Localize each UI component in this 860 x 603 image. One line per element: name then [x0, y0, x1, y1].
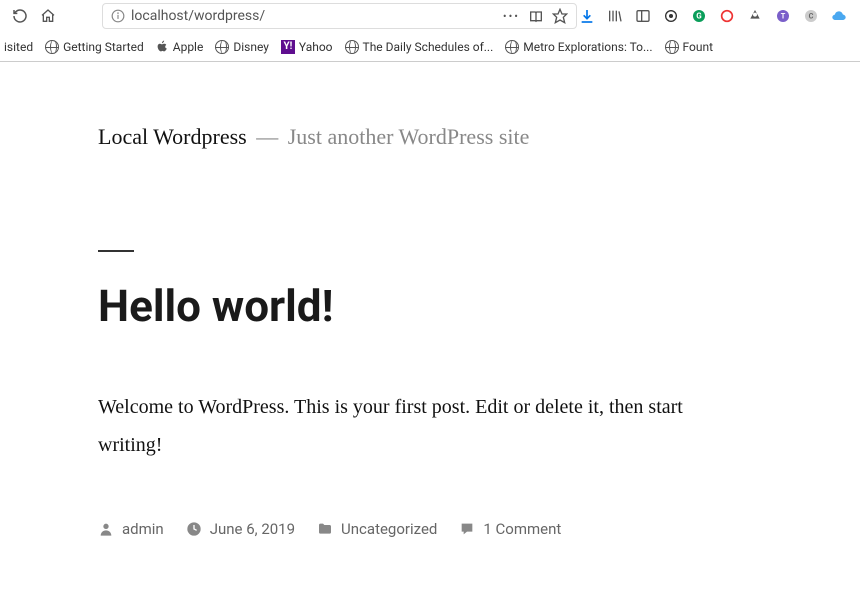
bookmark-item[interactable]: Metro Explorations: To...: [505, 40, 652, 54]
extension-icon-3[interactable]: [718, 7, 736, 25]
svg-text:T: T: [781, 12, 786, 21]
post-comments[interactable]: 1 Comment: [459, 520, 561, 538]
globe-icon: [665, 40, 679, 54]
extension-icon-7[interactable]: [830, 7, 848, 25]
globe-icon: [45, 40, 59, 54]
clock-icon: [186, 521, 202, 537]
info-icon: [111, 9, 125, 23]
post-date[interactable]: June 6, 2019: [186, 520, 295, 538]
home-button[interactable]: [34, 2, 62, 30]
bookmark-item[interactable]: Getting Started: [45, 40, 144, 54]
site-header: Local Wordpress — Just another WordPress…: [98, 124, 780, 150]
post-title[interactable]: Hello world!: [98, 280, 780, 332]
comments-text: 1 Comment: [483, 520, 561, 538]
bookmark-item[interactable]: Y! Yahoo: [281, 40, 333, 54]
bookmark-label: Getting Started: [63, 40, 144, 54]
reload-button[interactable]: [6, 2, 34, 30]
bookmarks-bar: isited Getting Started Apple Disney Y! Y…: [0, 32, 860, 62]
toolbar-right-icons: G T C: [578, 7, 854, 25]
sidebar-icon[interactable]: [634, 7, 652, 25]
url-actions: •••: [503, 8, 568, 24]
folder-icon: [317, 521, 333, 537]
page-content: Local Wordpress — Just another WordPress…: [0, 62, 780, 538]
download-icon[interactable]: [578, 7, 596, 25]
post-body: Welcome to WordPress. This is your first…: [98, 388, 738, 464]
post-divider: [98, 250, 134, 252]
apple-icon: [156, 40, 169, 53]
bookmark-item[interactable]: isited: [4, 40, 33, 54]
person-icon: [98, 521, 114, 537]
svg-text:C: C: [809, 12, 814, 21]
reader-icon[interactable]: [528, 9, 544, 23]
library-icon[interactable]: [606, 7, 624, 25]
page-actions-icon[interactable]: •••: [503, 10, 520, 23]
site-dash: —: [256, 124, 278, 149]
site-tagline: Just another WordPress site: [288, 124, 530, 149]
browser-toolbar: localhost/wordpress/ ••• G T C: [0, 0, 860, 32]
globe-icon: [215, 40, 229, 54]
bookmark-label: The Daily Schedules of...: [363, 40, 494, 54]
svg-text:G: G: [696, 12, 702, 21]
extension-icon-1[interactable]: [662, 7, 680, 25]
bookmark-item[interactable]: Fount: [665, 40, 714, 54]
extension-icon-4[interactable]: [746, 7, 764, 25]
extension-icon-5[interactable]: T: [774, 7, 792, 25]
post-author[interactable]: admin: [98, 520, 164, 538]
url-text: localhost/wordpress/: [131, 8, 497, 24]
bookmark-item[interactable]: The Daily Schedules of...: [345, 40, 494, 54]
bookmark-item[interactable]: Disney: [215, 40, 269, 54]
bookmark-label: Disney: [233, 40, 269, 54]
bookmark-label: isited: [4, 40, 33, 54]
bookmark-label: Fount: [683, 40, 714, 54]
category-text: Uncategorized: [341, 520, 437, 538]
site-title-link[interactable]: Local Wordpress: [98, 124, 247, 149]
comment-icon: [459, 521, 475, 537]
extension-icon-6[interactable]: C: [802, 7, 820, 25]
bookmark-star-icon[interactable]: [552, 8, 568, 24]
bookmark-item[interactable]: Apple: [156, 40, 204, 54]
yahoo-icon: Y!: [281, 40, 295, 54]
bookmark-label: Metro Explorations: To...: [523, 40, 652, 54]
post-category[interactable]: Uncategorized: [317, 520, 437, 538]
bookmark-label: Yahoo: [299, 40, 333, 54]
globe-icon: [505, 40, 519, 54]
globe-icon: [345, 40, 359, 54]
extension-icon-2[interactable]: G: [690, 7, 708, 25]
author-name: admin: [122, 520, 164, 538]
post-meta: admin June 6, 2019 Uncategorized 1 Comme…: [98, 520, 780, 538]
bookmark-label: Apple: [173, 40, 204, 54]
address-bar[interactable]: localhost/wordpress/ •••: [102, 3, 577, 29]
date-text: June 6, 2019: [210, 520, 295, 538]
